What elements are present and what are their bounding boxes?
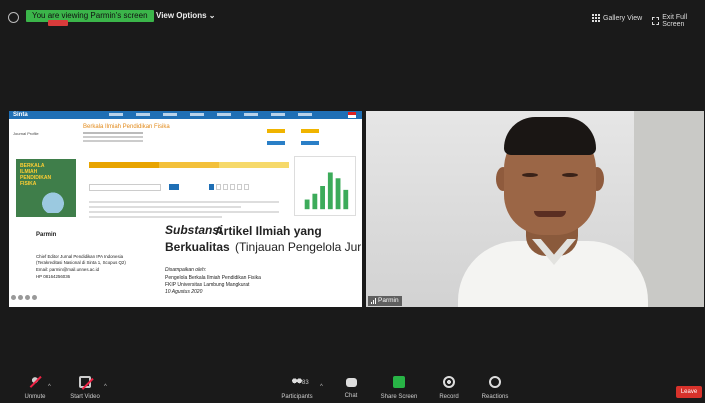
- recording-indicator: [48, 20, 68, 26]
- gallery-view-label: Gallery View: [603, 14, 643, 22]
- journal-cover: BERKALA ILMIAH PENDIDIKAN FISIKA: [16, 159, 76, 217]
- slide-title-italic: Substansi: [165, 223, 223, 237]
- journal-name: Berkala Ilmiah Pendidikan Fisika: [83, 124, 170, 130]
- slide-title-line-2: Berkualitas: [165, 240, 230, 254]
- unmute-button[interactable]: Unmute: [10, 375, 60, 400]
- eye: [562, 173, 578, 177]
- slide-title-line-1: Artikel Ilmiah yang: [215, 224, 322, 238]
- eye: [522, 173, 538, 177]
- chart-bar: [304, 199, 310, 210]
- slide-title-paren: (Tinjauan Pengelola Jurnal): [235, 240, 362, 254]
- pagination[interactable]: [209, 184, 249, 190]
- unmute-label: Unmute: [24, 394, 46, 400]
- hair: [504, 117, 596, 155]
- delivered-by: Disampaikan oleh:: [165, 267, 207, 273]
- share-screen-button[interactable]: Share Screen: [374, 376, 424, 400]
- delivered-to-1: Pengelola Berkala Ilmiah Pendidikan Fisi…: [165, 275, 261, 281]
- video-off-icon: [79, 376, 94, 390]
- signal-icon: [371, 298, 376, 304]
- chart-bar: [327, 172, 333, 210]
- leave-button[interactable]: Leave: [676, 386, 702, 398]
- participants-count: 83: [302, 380, 309, 386]
- start-video-button[interactable]: Start Video: [60, 376, 110, 400]
- chart-bar: [343, 189, 349, 210]
- stat-block: [301, 129, 319, 133]
- mouth: [534, 211, 566, 217]
- screen-share-banner: You are viewing Parmin's screen: [26, 10, 154, 22]
- sinta-nav-links: [109, 113, 312, 116]
- chat-label: Chat: [344, 393, 358, 399]
- exit-full-screen-icon: [652, 17, 660, 25]
- shared-screen: Sinta Journal Profile Berkala Ilmiah Pen…: [9, 111, 362, 307]
- journal-meta-lines: [83, 132, 143, 134]
- stat-block: [301, 141, 319, 145]
- participants-button[interactable]: Participants: [272, 376, 322, 400]
- sinta-logo: Sinta: [13, 112, 28, 118]
- record-button[interactable]: Record: [424, 376, 474, 400]
- citation-chart: [294, 156, 356, 216]
- start-video-label: Start Video: [70, 394, 100, 400]
- presenter-name: Parmin: [36, 232, 57, 238]
- chat-icon: [345, 378, 357, 387]
- record-icon: [443, 376, 455, 388]
- chart-bar: [335, 178, 341, 210]
- exit-full-screen-button[interactable]: Exit Full Screen: [652, 14, 705, 28]
- accreditation-strip: [89, 162, 289, 168]
- flask-icon: [38, 181, 68, 213]
- chat-button[interactable]: Chat: [326, 376, 376, 399]
- reactions-button[interactable]: Reactions: [470, 376, 520, 400]
- chart-bar: [320, 186, 325, 210]
- slide-date: 10 Agustus 2020: [165, 289, 203, 295]
- meeting-info-icon[interactable]: [8, 12, 19, 23]
- record-label: Record: [439, 394, 459, 400]
- share-screen-icon: [393, 376, 405, 388]
- presenter-phone: HP 08164256036: [36, 274, 71, 279]
- meeting-toolbar: Unmute ^ Start Video ^ Participants 83 ^…: [0, 372, 705, 403]
- muted-mic-icon: [29, 375, 42, 388]
- top-bar: You are viewing Parmin's screen View Opt…: [0, 0, 705, 30]
- exit-full-screen-label: Exit Full Screen: [662, 14, 688, 28]
- presentation-slide: Parmin Chief Editor Jurnal Pendidikan IP…: [9, 223, 362, 307]
- participant-name: Parmin: [378, 297, 399, 304]
- background-wall: [634, 111, 704, 307]
- video-options-caret[interactable]: ^: [104, 384, 107, 390]
- share-screen-label: Share Screen: [380, 394, 418, 400]
- view-options-button[interactable]: View Options ⌄: [156, 11, 215, 20]
- delivered-to-2: FKIP Universitas Lambung Mangkurat: [165, 282, 250, 288]
- annotation-tools[interactable]: [11, 295, 37, 300]
- search-button[interactable]: [169, 184, 179, 190]
- article-list: [89, 201, 279, 219]
- participants-options-caret[interactable]: ^: [320, 384, 323, 390]
- stat-block: [267, 141, 285, 145]
- chart-bar: [312, 193, 318, 210]
- gallery-view-button[interactable]: Gallery View: [592, 14, 642, 22]
- sinta-navbar: Sinta: [9, 111, 362, 119]
- participant-video-tile[interactable]: Parmin: [366, 111, 704, 307]
- participant-name-tag: Parmin: [368, 296, 402, 306]
- reactions-label: Reactions: [481, 394, 509, 400]
- participants-label: Participants: [281, 394, 313, 400]
- audio-options-caret[interactable]: ^: [48, 384, 51, 390]
- presenter-role: Chief Editor Jurnal Pendidikan IPA Indon…: [36, 254, 124, 259]
- grid-icon: [592, 14, 600, 22]
- reactions-icon: [489, 376, 501, 388]
- search-input[interactable]: [89, 184, 161, 191]
- stat-block: [267, 129, 285, 133]
- presenter-email: Email: parmin@mail.unnes.ac.id: [36, 267, 100, 272]
- journal-profile-label: Journal Profile: [13, 131, 39, 136]
- flag-icon: [348, 112, 356, 118]
- presenter-accreditation: (Terakreditasi Nasional di Sinta 1, Scop…: [36, 260, 126, 265]
